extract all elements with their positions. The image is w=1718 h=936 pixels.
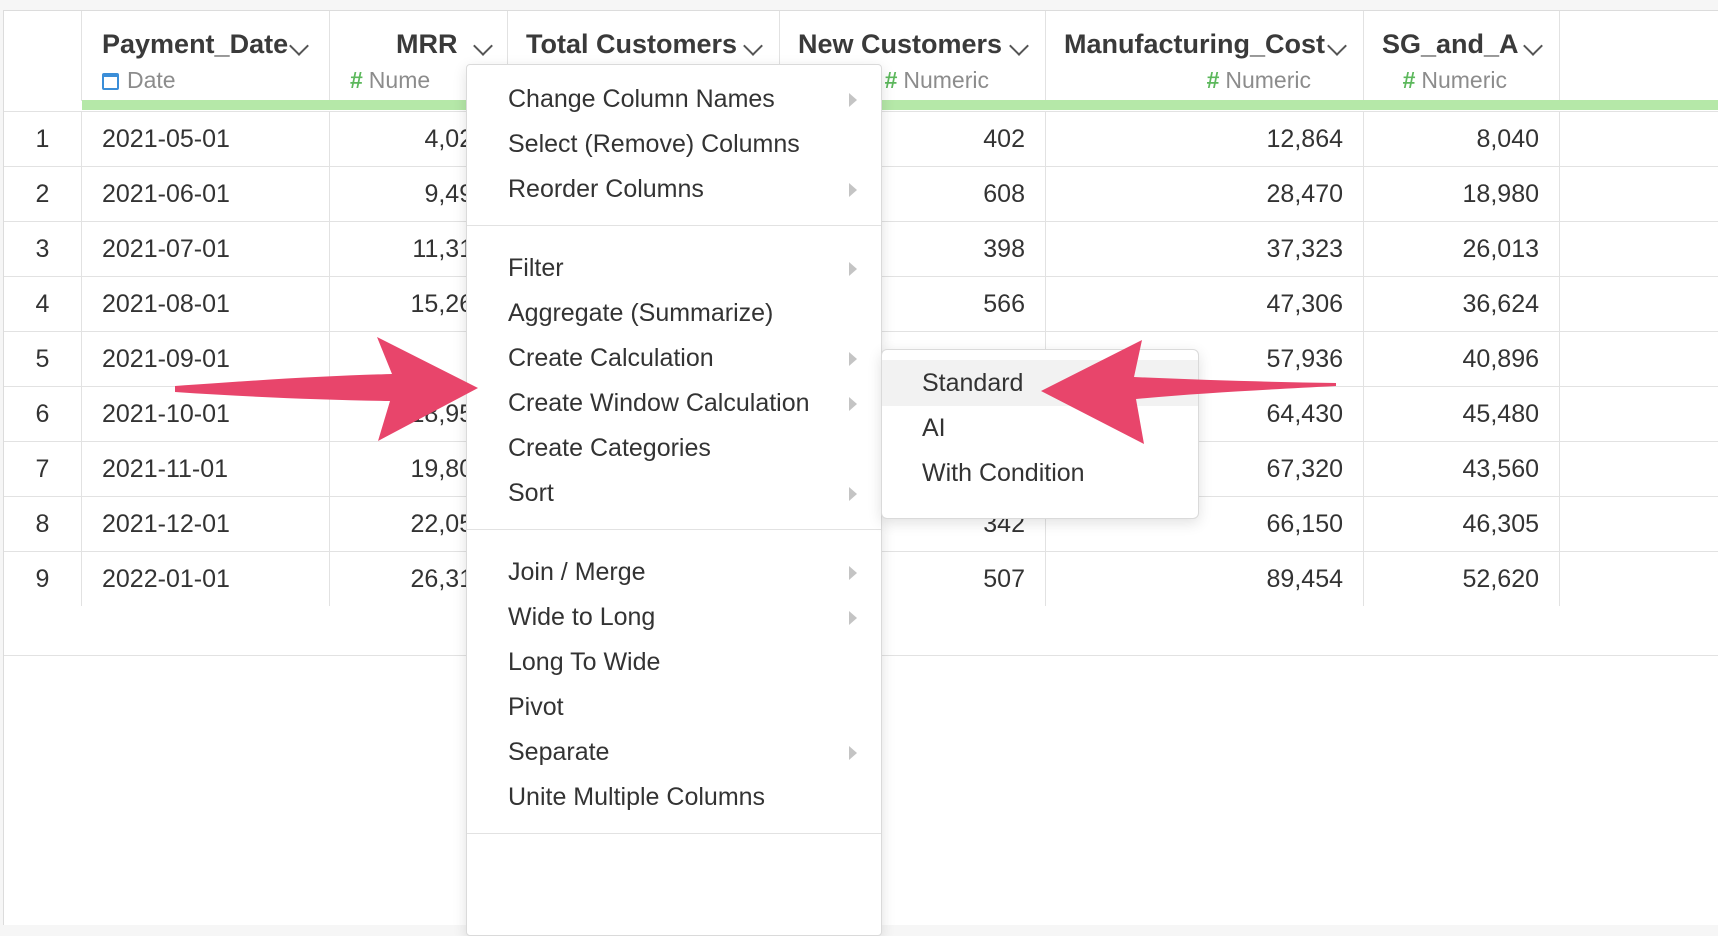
menu-item-change-column-names[interactable]: Change Column Names	[467, 76, 881, 122]
date-cell[interactable]: 2021-12-01	[82, 497, 330, 551]
submenu-item-standard[interactable]: Standard	[882, 360, 1198, 406]
sg-and-a-cell[interactable]: 8,040	[1364, 112, 1560, 166]
date-cell[interactable]: 2021-05-01	[82, 112, 330, 166]
submenu-item-ai[interactable]: AI	[882, 405, 1198, 451]
chevron-right-icon	[849, 746, 857, 760]
chevron-right-icon	[849, 611, 857, 625]
chevron-right-icon	[849, 183, 857, 197]
column-name: MRR	[396, 29, 458, 59]
date-cell[interactable]: 2021-07-01	[82, 222, 330, 276]
row-number: 3	[4, 222, 82, 276]
manufacturing-cost-cell[interactable]: 28,470	[1046, 167, 1364, 221]
sg-and-a-cell[interactable]: 40,896	[1364, 332, 1560, 386]
column-context-menu: Change Column Names Select (Remove) Colu…	[466, 64, 882, 936]
chevron-down-icon[interactable]	[289, 36, 309, 56]
chevron-down-icon[interactable]	[1327, 36, 1347, 56]
date-cell[interactable]: 2021-10-01	[82, 387, 330, 441]
row-number: 1	[4, 112, 82, 166]
submenu-item-with-condition[interactable]: With Condition	[882, 450, 1198, 496]
column-name: Total Customers	[526, 29, 738, 59]
manufacturing-cost-cell[interactable]: 12,864	[1046, 112, 1364, 166]
chevron-right-icon	[849, 93, 857, 107]
numeric-hash-icon: #	[350, 67, 363, 93]
column-type: # Numeric	[1402, 67, 1507, 93]
numeric-hash-icon: #	[884, 67, 898, 93]
menu-item-wide-to-long[interactable]: Wide to Long	[467, 594, 881, 640]
chevron-right-icon	[849, 487, 857, 501]
date-cell[interactable]: 2021-09-01	[82, 332, 330, 386]
column-header-payment-date[interactable]: Payment_Date Date	[82, 11, 330, 101]
chevron-right-icon	[849, 566, 857, 580]
menu-divider	[467, 225, 881, 226]
column-name: SG_and_A	[1382, 29, 1519, 59]
column-type: Date	[102, 67, 176, 94]
row-number: 6	[4, 387, 82, 441]
menu-item-create-calculation[interactable]: Create Calculation	[467, 335, 881, 381]
calendar-icon	[102, 73, 119, 90]
manufacturing-cost-cell[interactable]: 37,323	[1046, 222, 1364, 276]
menu-item-reorder-columns[interactable]: Reorder Columns	[467, 166, 881, 212]
sg-and-a-cell[interactable]: 52,620	[1364, 552, 1560, 606]
numeric-hash-icon: #	[1206, 67, 1220, 93]
date-cell[interactable]: 2021-08-01	[82, 277, 330, 331]
row-number: 5	[4, 332, 82, 386]
row-number: 9	[4, 552, 82, 606]
menu-item-create-window-calculation[interactable]: Create Window Calculation	[467, 380, 881, 426]
column-name: Manufacturing_Cost	[1064, 29, 1326, 59]
date-cell[interactable]: 2021-06-01	[82, 167, 330, 221]
menu-item-unite-multiple-columns[interactable]: Unite Multiple Columns	[467, 774, 881, 820]
menu-item-pivot[interactable]: Pivot	[467, 684, 881, 730]
column-name: Payment_Date	[102, 29, 289, 59]
manufacturing-cost-cell[interactable]: 89,454	[1046, 552, 1364, 606]
menu-item-sort[interactable]: Sort	[467, 470, 881, 516]
sg-and-a-cell[interactable]: 36,624	[1364, 277, 1560, 331]
column-quality-bar	[82, 100, 1718, 110]
menu-item-long-to-wide[interactable]: Long To Wide	[467, 639, 881, 685]
date-cell[interactable]: 2021-11-01	[82, 442, 330, 496]
sg-and-a-cell[interactable]: 43,560	[1364, 442, 1560, 496]
row-number: 7	[4, 442, 82, 496]
chevron-down-icon[interactable]	[743, 36, 763, 56]
column-header-sg-and-a[interactable]: SG_and_A # Numeric	[1364, 11, 1560, 101]
menu-item-filter[interactable]: Filter	[467, 245, 881, 291]
row-number: 4	[4, 277, 82, 331]
numeric-hash-icon: #	[1402, 67, 1416, 93]
menu-item-create-categories[interactable]: Create Categories	[467, 425, 881, 471]
menu-divider	[467, 833, 881, 834]
column-type: # Numeric	[884, 67, 989, 93]
row-number: 8	[4, 497, 82, 551]
chevron-right-icon	[849, 352, 857, 366]
create-calculation-submenu: Standard AI With Condition	[881, 349, 1199, 519]
sg-and-a-cell[interactable]: 46,305	[1364, 497, 1560, 551]
chevron-down-icon[interactable]	[473, 36, 493, 56]
menu-item-select-remove-columns[interactable]: Select (Remove) Columns	[467, 121, 881, 167]
column-type: # Numeric	[1206, 67, 1311, 93]
row-number-header	[4, 11, 82, 101]
sg-and-a-cell[interactable]: 45,480	[1364, 387, 1560, 441]
menu-item-separate[interactable]: Separate	[467, 729, 881, 775]
chevron-right-icon	[849, 262, 857, 276]
column-name: New Customers	[798, 29, 1003, 59]
menu-divider	[467, 529, 881, 530]
sg-and-a-cell[interactable]: 18,980	[1364, 167, 1560, 221]
column-header-manufacturing-cost[interactable]: Manufacturing_Cost # Numeric	[1046, 11, 1364, 101]
chevron-down-icon[interactable]	[1523, 36, 1543, 56]
menu-item-join-merge[interactable]: Join / Merge	[467, 549, 881, 595]
date-cell[interactable]: 2022-01-01	[82, 552, 330, 606]
chevron-right-icon	[849, 397, 857, 411]
sg-and-a-cell[interactable]: 26,013	[1364, 222, 1560, 276]
column-type: # Nume	[350, 67, 431, 93]
manufacturing-cost-cell[interactable]: 47,306	[1046, 277, 1364, 331]
chevron-down-icon[interactable]	[1009, 36, 1029, 56]
row-number: 2	[4, 167, 82, 221]
menu-item-aggregate[interactable]: Aggregate (Summarize)	[467, 290, 881, 336]
